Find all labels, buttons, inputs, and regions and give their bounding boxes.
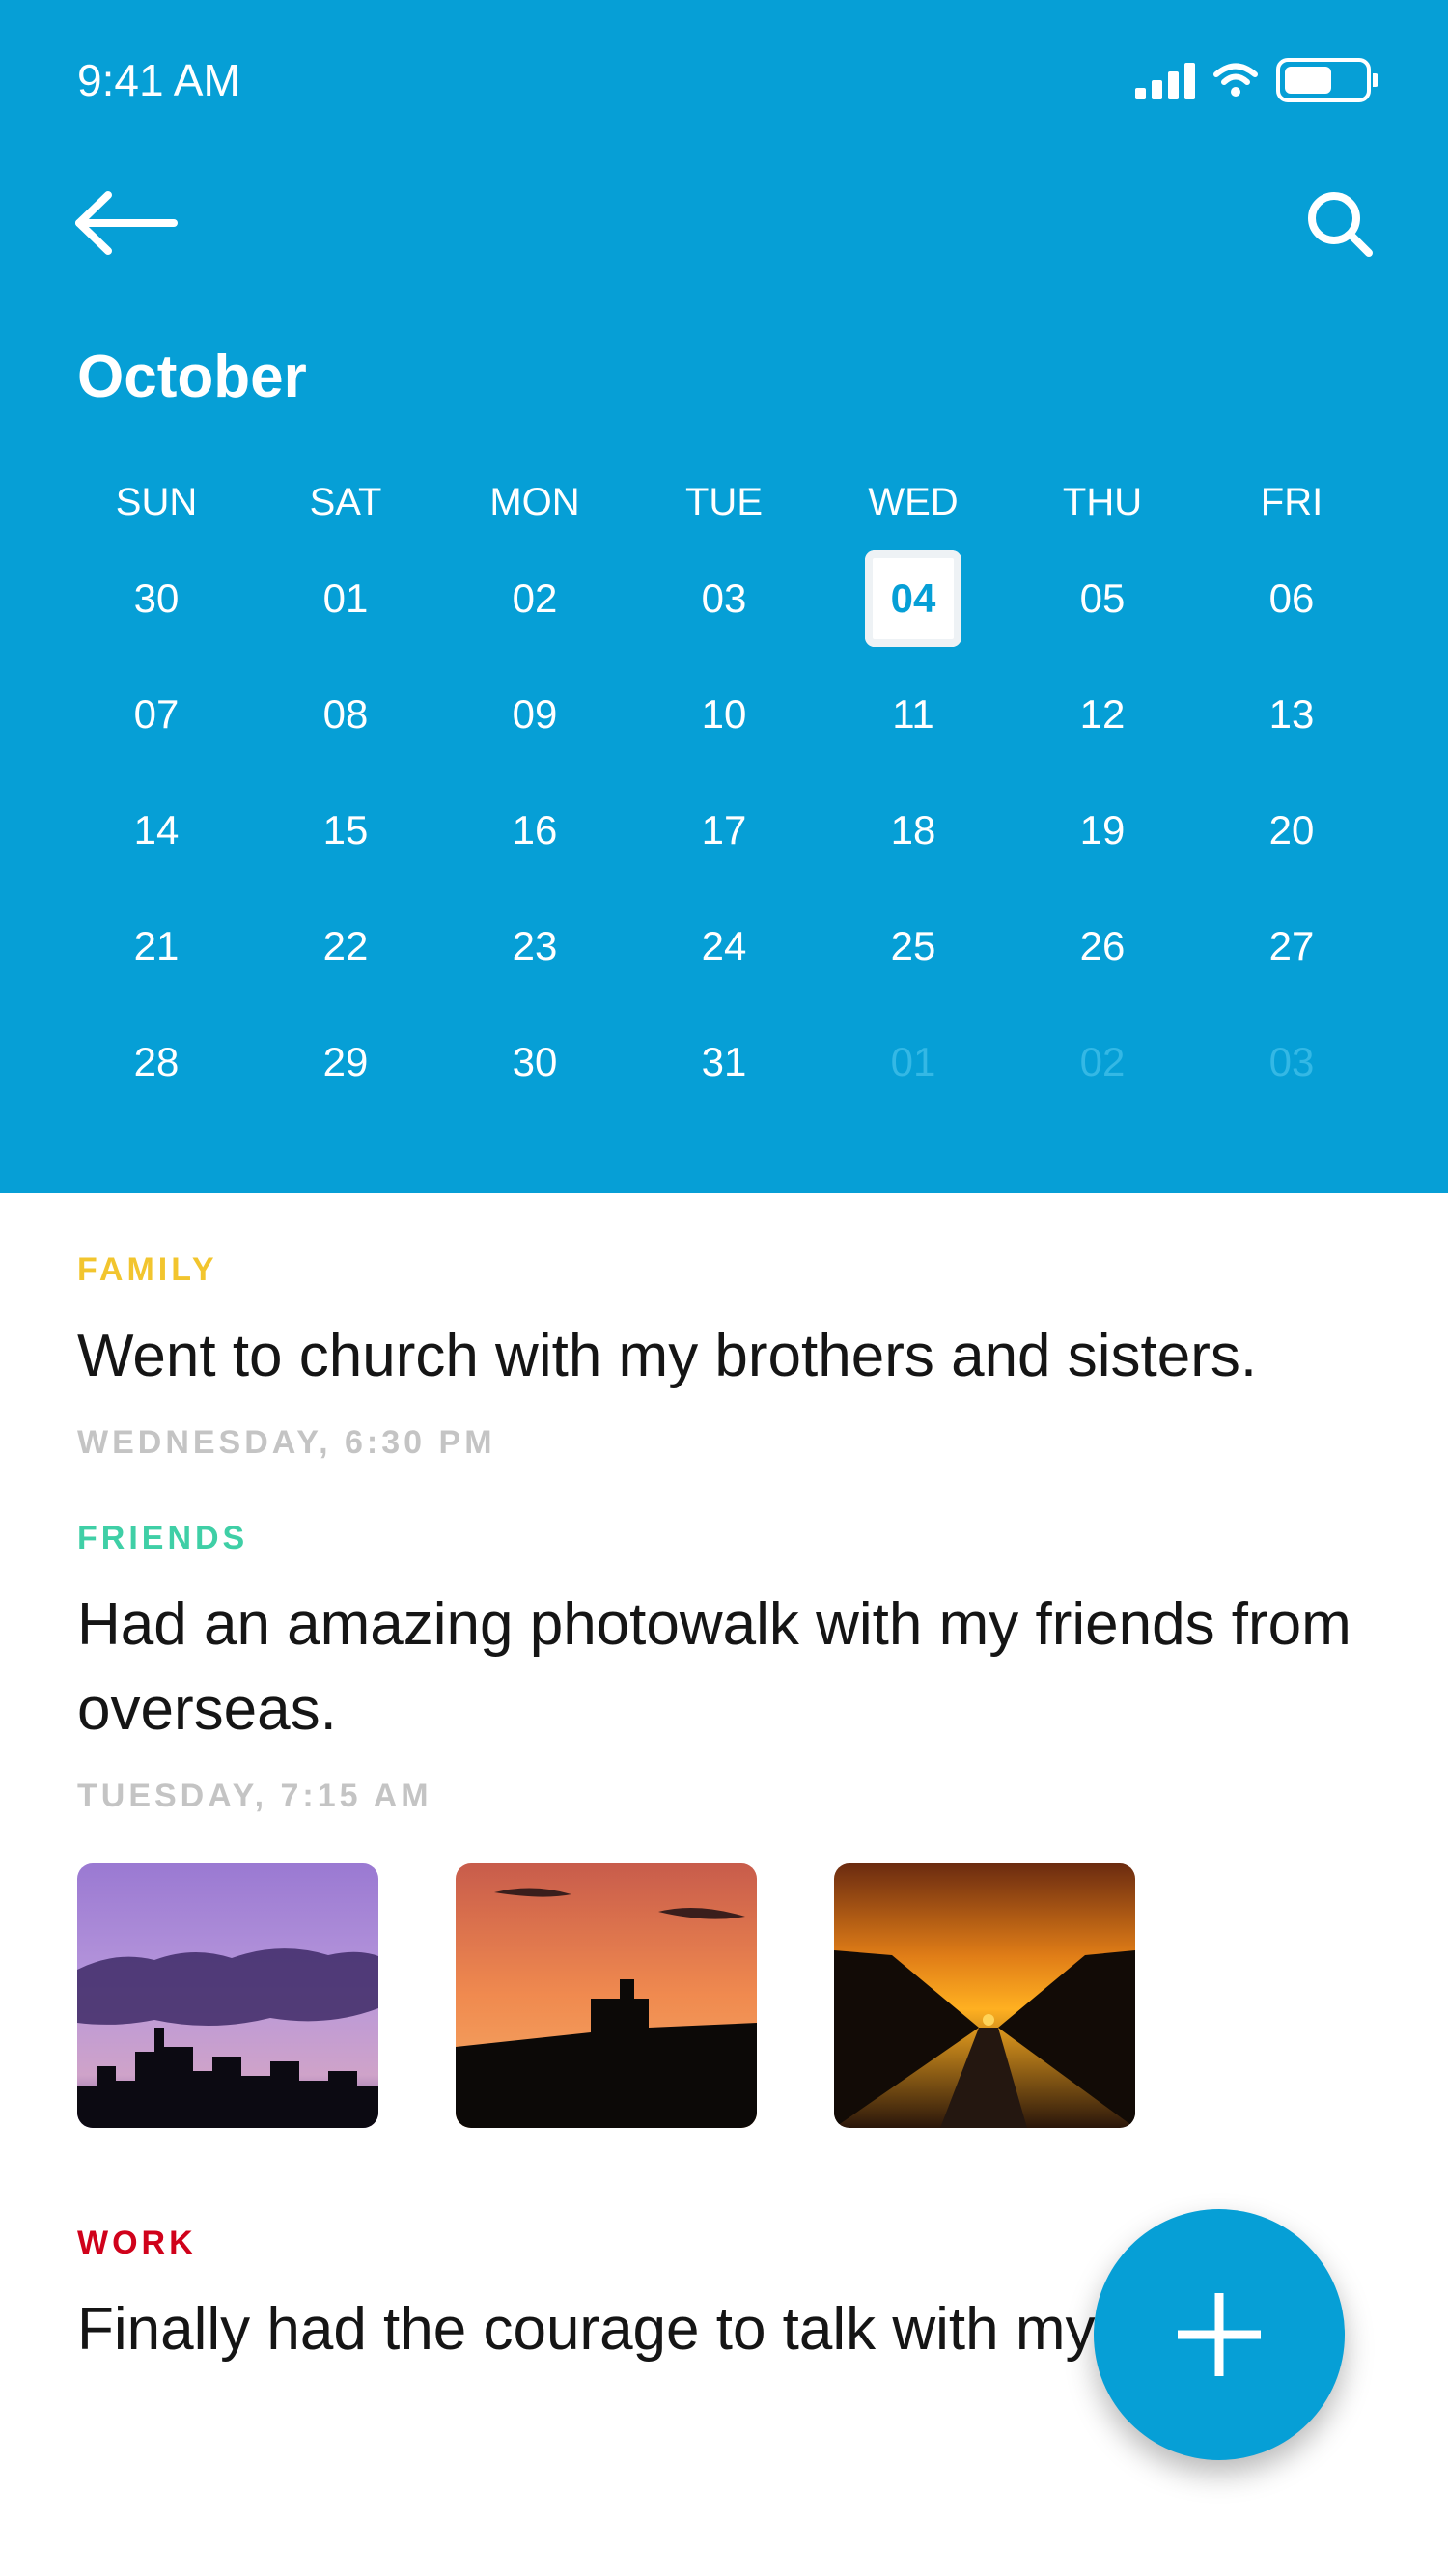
search-icon bbox=[1308, 192, 1373, 257]
calendar-day[interactable]: 02 bbox=[440, 541, 629, 657]
status-time: 9:41 AM bbox=[77, 55, 240, 105]
calendar-day[interactable]: 07 bbox=[62, 657, 251, 772]
search-button[interactable] bbox=[1305, 189, 1375, 259]
calendar-week: 30 01 02 03 04 05 06 bbox=[62, 541, 1386, 657]
wifi-icon bbox=[1213, 63, 1258, 97]
calendar-day-next-month[interactable]: 03 bbox=[1197, 1004, 1386, 1120]
calendar-day[interactable]: 09 bbox=[440, 657, 629, 772]
calendar-day[interactable]: 27 bbox=[1197, 888, 1386, 1004]
calendar-day[interactable]: 19 bbox=[1008, 772, 1197, 888]
calendar-day[interactable]: 05 bbox=[1008, 541, 1197, 657]
calendar-day[interactable]: 12 bbox=[1008, 657, 1197, 772]
arrow-left-icon bbox=[75, 191, 178, 255]
photo-thumbnail[interactable] bbox=[77, 1863, 378, 2128]
weekday-label: THU bbox=[1062, 481, 1143, 523]
calendar-week: 21 22 23 24 25 26 27 bbox=[62, 888, 1386, 1004]
battery-level bbox=[1285, 67, 1331, 94]
calendar-day-next-month[interactable]: 01 bbox=[819, 1004, 1008, 1120]
signal-icon bbox=[1135, 61, 1195, 99]
calendar-day[interactable]: 10 bbox=[629, 657, 819, 772]
calendar-day[interactable]: 01 bbox=[251, 541, 440, 657]
calendar-day[interactable]: 21 bbox=[62, 888, 251, 1004]
calendar-day[interactable]: 24 bbox=[629, 888, 819, 1004]
journal-entry[interactable]: FRIENDS Had an amazing photowalk with my… bbox=[77, 1520, 1371, 2128]
month-title: October bbox=[77, 344, 307, 410]
weekday-label: SUN bbox=[115, 481, 198, 523]
calendar-week: 07 08 09 10 11 12 13 bbox=[62, 657, 1386, 772]
calendar-day[interactable]: 11 bbox=[819, 657, 1008, 772]
calendar-day[interactable]: 31 bbox=[629, 1004, 819, 1120]
entry-text: Went to church with my brothers and sist… bbox=[77, 1323, 1258, 1389]
weekday-label: FRI bbox=[1260, 481, 1323, 523]
calendar-day[interactable]: 26 bbox=[1008, 888, 1197, 1004]
back-button[interactable] bbox=[73, 189, 180, 257]
journal-entry[interactable]: FAMILY Went to church with my brothers a… bbox=[77, 1251, 1371, 1462]
calendar-day[interactable]: 18 bbox=[819, 772, 1008, 888]
calendar-grid: SUN SAT MON TUE WED THU FRI 30 01 02 03 … bbox=[62, 463, 1386, 1120]
status-icons bbox=[1135, 56, 1378, 104]
battery-icon bbox=[1276, 58, 1378, 102]
journal-feed: FAMILY Went to church with my brothers a… bbox=[77, 1193, 1371, 2372]
calendar-day[interactable]: 25 bbox=[819, 888, 1008, 1004]
weekday-label: SAT bbox=[309, 481, 382, 523]
weekday-label: TUE bbox=[685, 481, 763, 523]
calendar-day[interactable]: 23 bbox=[440, 888, 629, 1004]
add-entry-button[interactable] bbox=[1094, 2209, 1345, 2460]
weekday-label: WED bbox=[868, 481, 959, 523]
calendar-day[interactable]: 30 bbox=[62, 541, 251, 657]
calendar-day[interactable]: 30 bbox=[440, 1004, 629, 1120]
entry-time: TUESDAY, 7:15 AM bbox=[77, 1778, 432, 1814]
calendar-header: 9:41 AM October SUN SAT MON TUE WED THU … bbox=[0, 0, 1448, 1193]
entry-photos bbox=[77, 1863, 1371, 2128]
entry-time: WEDNESDAY, 6:30 PM bbox=[77, 1424, 496, 1461]
calendar-day[interactable]: 22 bbox=[251, 888, 440, 1004]
entry-category: FAMILY bbox=[77, 1251, 218, 1288]
calendar-day[interactable]: 14 bbox=[62, 772, 251, 888]
photo-thumbnail[interactable] bbox=[834, 1863, 1135, 2128]
entry-category: FRIENDS bbox=[77, 1520, 249, 1556]
calendar-day[interactable]: 13 bbox=[1197, 657, 1386, 772]
entry-text: Had an amazing photowalk with my friends… bbox=[77, 1591, 1351, 1743]
photo-thumbnail[interactable] bbox=[456, 1863, 757, 2128]
calendar-day-next-month[interactable]: 02 bbox=[1008, 1004, 1197, 1120]
calendar-day[interactable]: 03 bbox=[629, 541, 819, 657]
weekday-row: SUN SAT MON TUE WED THU FRI bbox=[62, 463, 1386, 541]
calendar-day[interactable]: 08 bbox=[251, 657, 440, 772]
calendar-week: 28 29 30 31 01 02 03 bbox=[62, 1004, 1386, 1120]
calendar-day-selected[interactable]: 04 bbox=[819, 541, 1008, 657]
calendar-week: 14 15 16 17 18 19 20 bbox=[62, 772, 1386, 888]
calendar-day[interactable]: 17 bbox=[629, 772, 819, 888]
weekday-label: MON bbox=[489, 481, 580, 523]
calendar-day[interactable]: 20 bbox=[1197, 772, 1386, 888]
calendar-day[interactable]: 06 bbox=[1197, 541, 1386, 657]
calendar-day[interactable]: 28 bbox=[62, 1004, 251, 1120]
calendar-day[interactable]: 16 bbox=[440, 772, 629, 888]
calendar-day[interactable]: 29 bbox=[251, 1004, 440, 1120]
calendar-day[interactable]: 15 bbox=[251, 772, 440, 888]
